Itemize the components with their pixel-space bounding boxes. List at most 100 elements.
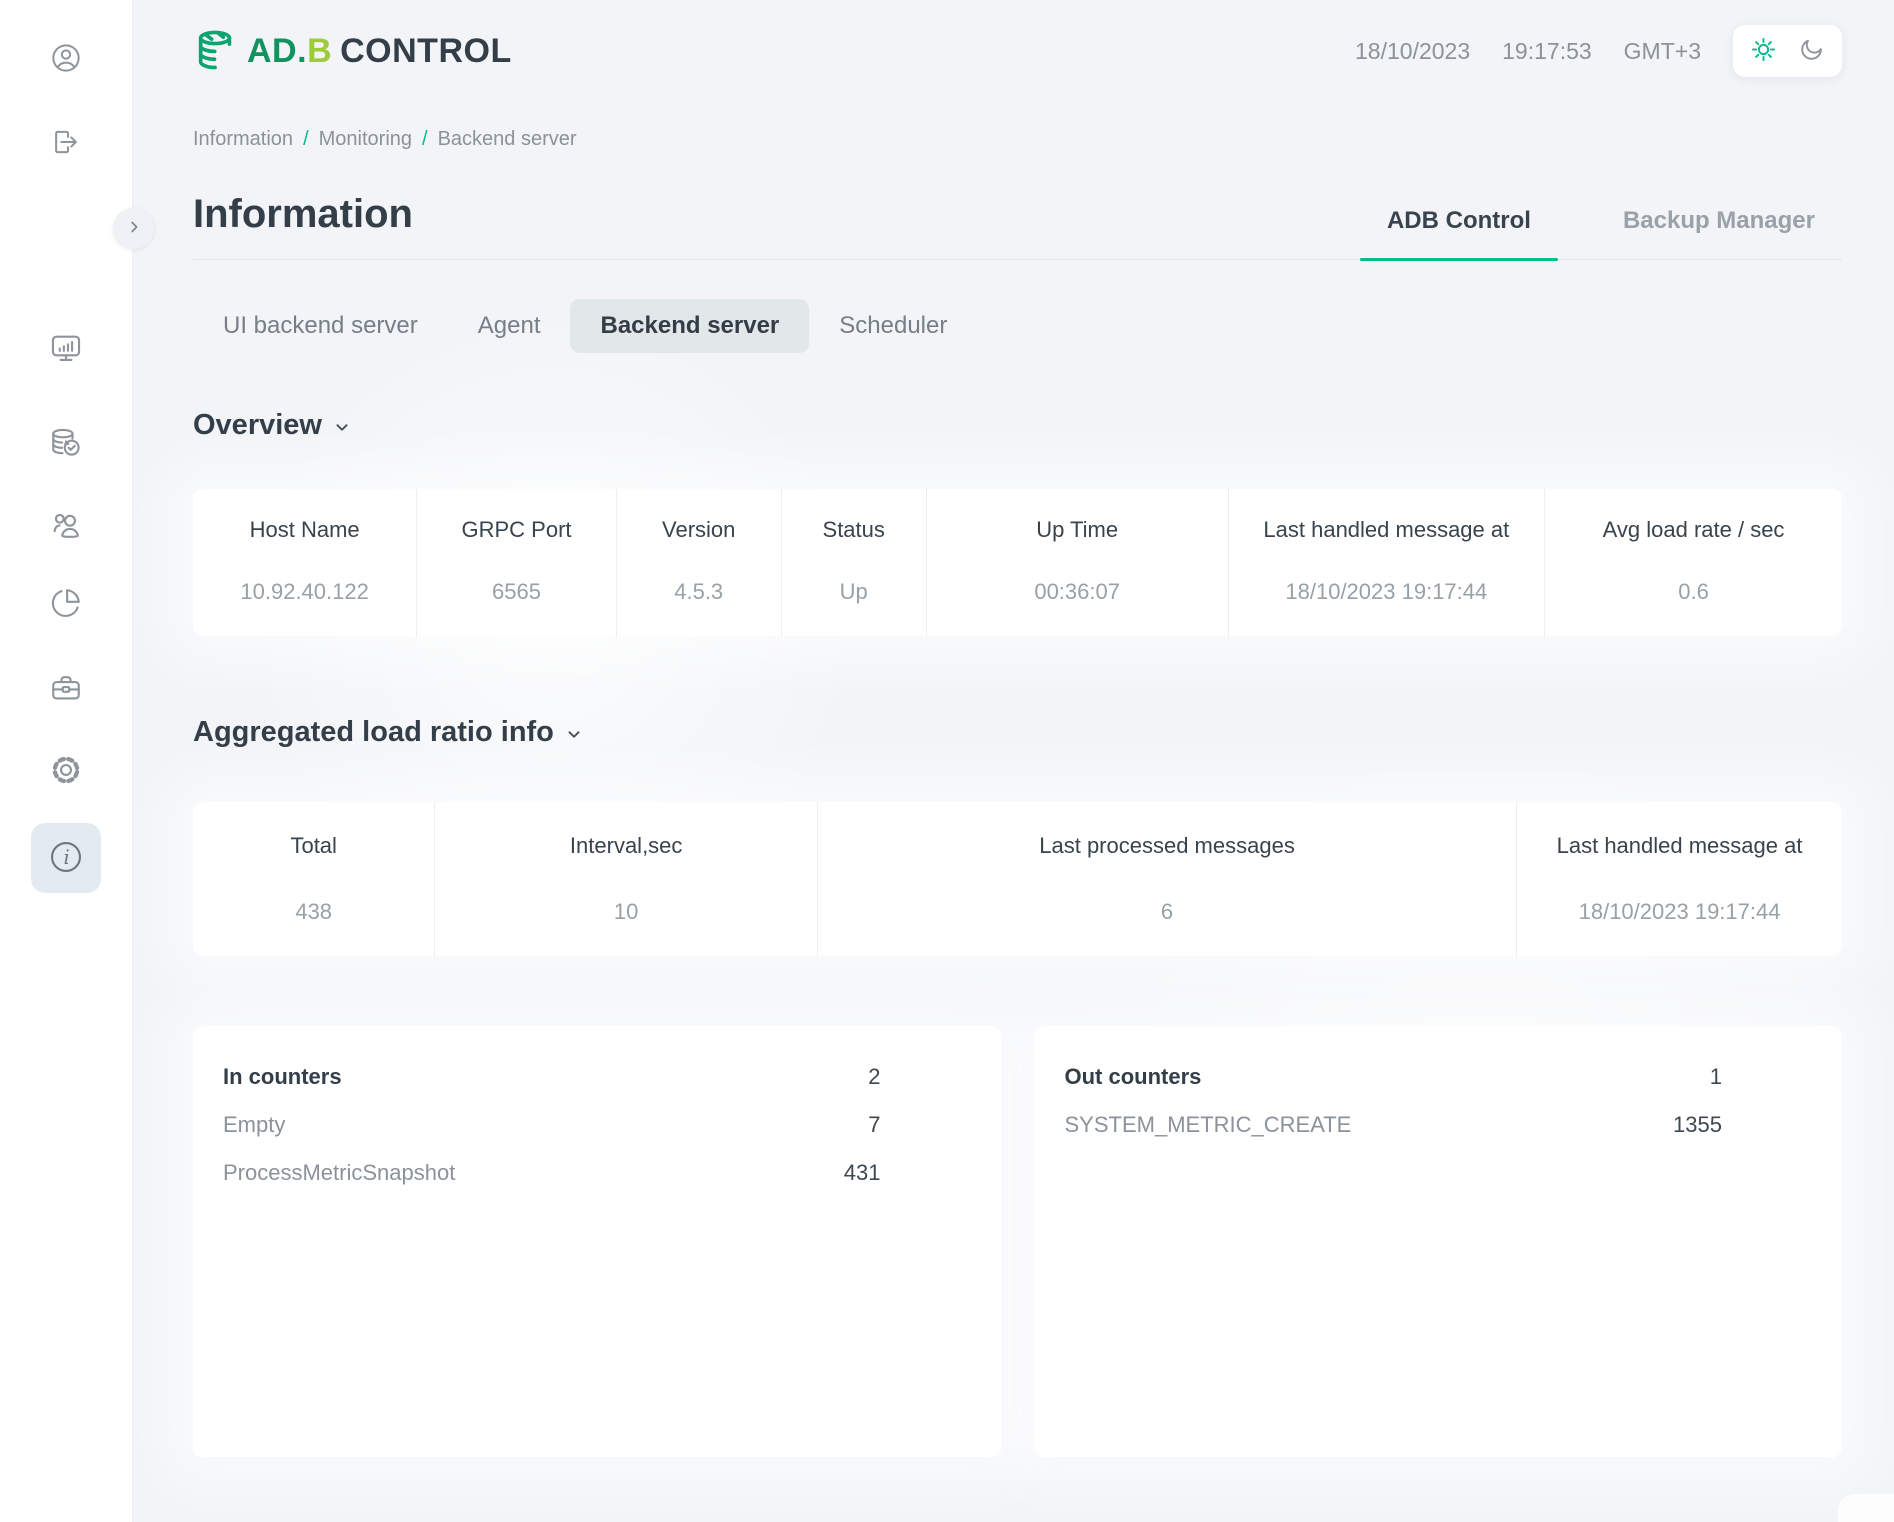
column-header: Host Name xyxy=(250,517,360,543)
sidebar-expand-button[interactable] xyxy=(113,208,154,249)
column-header: Version xyxy=(662,517,735,543)
counter-row: ProcessMetricSnapshot 431 xyxy=(223,1149,881,1197)
counter-label: Empty xyxy=(223,1101,285,1149)
next-card-edge xyxy=(1838,1494,1894,1522)
info-icon: i xyxy=(48,839,84,878)
column-header: Status xyxy=(823,517,885,543)
title-row: Information ADB Control Backup Manager xyxy=(193,191,1842,260)
tab-backup-manager[interactable]: Backup Manager xyxy=(1596,207,1842,259)
cell-value: 18/10/2023 19:17:44 xyxy=(1579,899,1781,925)
sidebar-item-monitoring[interactable] xyxy=(44,326,88,370)
breadcrumb-item-information[interactable]: Information xyxy=(193,128,293,151)
counter-row: Empty 7 xyxy=(223,1101,881,1149)
app-logo[interactable]: AD.BCONTROL xyxy=(193,28,512,74)
database-backup-icon xyxy=(49,426,83,460)
breadcrumb-item-monitoring[interactable]: Monitoring xyxy=(319,128,412,151)
moon-icon xyxy=(1798,36,1825,66)
aggregated-table: Total 438 Interval,sec 10 Last processed… xyxy=(193,802,1842,956)
aggregated-col-last-processed: Last processed messages 6 xyxy=(818,802,1517,956)
column-header: Last processed messages xyxy=(1039,833,1295,859)
in-counters-header: In counters 2 xyxy=(223,1053,881,1101)
app-logo-text: AD.BCONTROL xyxy=(247,32,512,71)
theme-switcher xyxy=(1733,25,1842,77)
topbar: AD.BCONTROL 18/10/2023 19:17:53 GMT+3 xyxy=(193,0,1842,78)
subtab-backend-server[interactable]: Backend server xyxy=(570,299,809,353)
svg-text:i: i xyxy=(63,845,69,868)
aggregated-heading-label: Aggregated load ratio info xyxy=(193,716,554,749)
counter-value: 1355 xyxy=(1673,1101,1722,1149)
column-header: Total xyxy=(290,833,336,859)
card-total: 2 xyxy=(868,1053,880,1101)
cell-value: 10.92.40.122 xyxy=(240,579,368,605)
out-counters-header: Out counters 1 xyxy=(1065,1053,1723,1101)
sidebar-item-backup[interactable] xyxy=(44,421,88,465)
chevron-down-icon[interactable] xyxy=(563,723,585,745)
aggregated-col-interval: Interval,sec 10 xyxy=(435,802,818,956)
sidebar-item-users[interactable] xyxy=(44,503,88,547)
counter-label: SYSTEM_METRIC_CREATE xyxy=(1065,1101,1352,1149)
cell-value: 10 xyxy=(614,899,638,925)
overview-col-avg-load: Avg load rate / sec 0.6 xyxy=(1545,489,1842,636)
sidebar-item-settings[interactable] xyxy=(44,748,88,792)
column-header: Interval,sec xyxy=(570,833,683,859)
cell-value: 6 xyxy=(1161,899,1173,925)
counter-cards: In counters 2 Empty 7 ProcessMetricSnaps… xyxy=(193,1026,1842,1457)
cell-value: 0.6 xyxy=(1678,579,1709,605)
sun-icon xyxy=(1750,36,1777,66)
subtab-agent[interactable]: Agent xyxy=(448,299,571,353)
cell-value: 4.5.3 xyxy=(674,579,723,605)
top-tabs: ADB Control Backup Manager xyxy=(1360,207,1842,259)
cell-value: 00:36:07 xyxy=(1034,579,1120,605)
breadcrumb-separator: / xyxy=(422,128,428,151)
column-header: Up Time xyxy=(1036,517,1118,543)
tab-adb-control[interactable]: ADB Control xyxy=(1360,207,1558,259)
counter-row: SYSTEM_METRIC_CREATE 1355 xyxy=(1065,1101,1723,1149)
briefcase-icon xyxy=(49,671,83,705)
column-header: Avg load rate / sec xyxy=(1603,517,1785,543)
dark-theme-button[interactable] xyxy=(1798,36,1825,66)
aggregated-section-heading: Aggregated load ratio info xyxy=(193,715,1842,749)
overview-col-up-time: Up Time 00:36:07 xyxy=(927,489,1229,636)
overview-table: Host Name 10.92.40.122 GRPC Port 6565 Ve… xyxy=(193,489,1842,636)
clock-area: 18/10/2023 19:17:53 GMT+3 xyxy=(1355,25,1842,77)
current-date: 18/10/2023 xyxy=(1355,38,1470,65)
overview-col-host-name: Host Name 10.92.40.122 xyxy=(193,489,417,636)
breadcrumb-item-backend-server[interactable]: Backend server xyxy=(438,128,577,151)
card-title: Out counters xyxy=(1065,1053,1202,1101)
card-title: In counters xyxy=(223,1053,342,1101)
logout-icon xyxy=(50,126,82,158)
breadcrumb: Information / Monitoring / Backend serve… xyxy=(193,128,1842,151)
cell-value: 438 xyxy=(295,899,332,925)
cell-value: 18/10/2023 19:17:44 xyxy=(1285,579,1487,605)
overview-section-heading: Overview xyxy=(193,408,1842,442)
page-title: Information xyxy=(193,191,413,237)
out-counters-card: Out counters 1 SYSTEM_METRIC_CREATE 1355 xyxy=(1035,1026,1843,1457)
counter-label: ProcessMetricSnapshot xyxy=(223,1149,455,1197)
light-theme-button[interactable] xyxy=(1750,36,1777,66)
logout-button[interactable] xyxy=(44,120,88,164)
chevron-down-icon[interactable] xyxy=(331,416,353,438)
chevron-right-icon xyxy=(125,218,143,239)
user-icon xyxy=(50,42,82,74)
column-header: Last handled message at xyxy=(1263,517,1509,543)
aggregated-col-total: Total 438 xyxy=(193,802,435,956)
column-header: GRPC Port xyxy=(461,517,571,543)
current-time: 19:17:53 xyxy=(1502,38,1592,65)
overview-col-version: Version 4.5.3 xyxy=(617,489,782,636)
overview-col-grpc-port: GRPC Port 6565 xyxy=(417,489,617,636)
counter-value: 431 xyxy=(844,1149,881,1197)
card-total: 1 xyxy=(1710,1053,1722,1101)
subtab-ui-backend-server[interactable]: UI backend server xyxy=(193,299,448,353)
main-content: AD.BCONTROL 18/10/2023 19:17:53 GMT+3 xyxy=(133,0,1894,1522)
aggregated-col-last-handled: Last handled message at 18/10/2023 19:17… xyxy=(1517,802,1842,956)
pie-chart-icon xyxy=(49,586,83,620)
sidebar-item-information[interactable]: i xyxy=(31,823,101,893)
gear-icon xyxy=(49,753,83,787)
sidebar-item-statistics[interactable] xyxy=(44,581,88,625)
subtab-scheduler[interactable]: Scheduler xyxy=(809,299,977,353)
cell-value: 6565 xyxy=(492,579,541,605)
column-header: Last handled message at xyxy=(1557,833,1803,859)
sidebar-item-projects[interactable] xyxy=(44,666,88,710)
timezone: GMT+3 xyxy=(1624,38,1701,65)
profile-button[interactable] xyxy=(44,36,88,80)
